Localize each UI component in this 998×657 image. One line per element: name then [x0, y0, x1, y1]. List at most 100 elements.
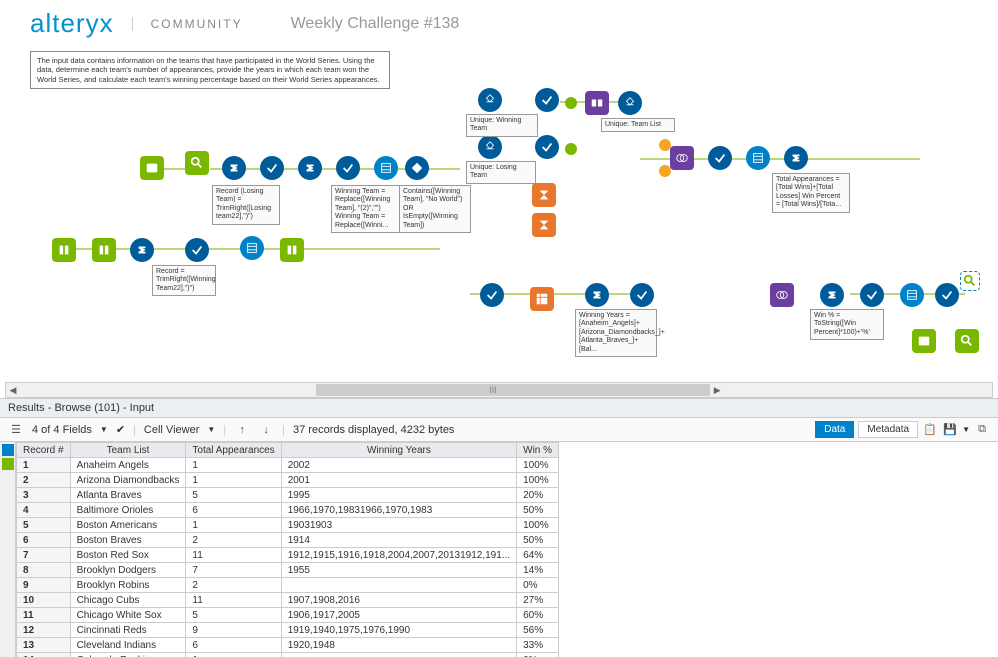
- table-row[interactable]: 13Cleveland Indians61920,194833%: [17, 638, 559, 653]
- text-to-columns-icon[interactable]: [280, 238, 304, 262]
- select-tool-icon[interactable]: [535, 88, 559, 112]
- sort-asc-icon[interactable]: ↑: [234, 422, 250, 438]
- table-row[interactable]: 12Cincinnati Reds91919,1940,1975,1976,19…: [17, 623, 559, 638]
- cell-years: 1966,1970,19831966,1970,1983: [281, 503, 516, 518]
- summarize-tool-icon[interactable]: [532, 213, 556, 237]
- cell-winpct: 33%: [517, 638, 559, 653]
- join-tool-icon[interactable]: [770, 283, 794, 307]
- anchor-icon: [659, 139, 671, 151]
- table-row[interactable]: 14Colorado Rockies10%: [17, 653, 559, 657]
- select-tool-icon[interactable]: [260, 156, 284, 180]
- text-to-columns-icon[interactable]: [52, 238, 76, 262]
- fields-checkbox[interactable]: ✔: [116, 423, 125, 436]
- find-replace-tool-icon[interactable]: [185, 151, 209, 175]
- formula-tool-icon[interactable]: [784, 146, 808, 170]
- col-team[interactable]: Team List: [70, 443, 186, 458]
- formula-tool-icon[interactable]: [130, 238, 154, 262]
- join-tool-icon[interactable]: [670, 146, 694, 170]
- crosstab-tool-icon[interactable]: [530, 287, 554, 311]
- cell-record: 11: [17, 608, 71, 623]
- unique-tool-icon[interactable]: [618, 91, 642, 115]
- formula-tool-icon[interactable]: [298, 156, 322, 180]
- table-row[interactable]: 8Brooklyn Dodgers7195514%: [17, 563, 559, 578]
- logo: alteryx: [30, 8, 114, 39]
- scrollbar-thumb[interactable]: [316, 384, 710, 396]
- select-tool-icon[interactable]: [535, 135, 559, 159]
- col-years[interactable]: Winning Years: [281, 443, 516, 458]
- table-row[interactable]: 9Brooklyn Robins20%: [17, 578, 559, 593]
- select-tool-icon[interactable]: [336, 156, 360, 180]
- unique-tool-icon[interactable]: [478, 135, 502, 159]
- fields-selector[interactable]: 4 of 4 Fields: [32, 424, 92, 436]
- table-row[interactable]: 1Anaheim Angels12002100%: [17, 458, 559, 473]
- select-tool-icon[interactable]: [480, 283, 504, 307]
- cell-years: 19031903: [281, 518, 516, 533]
- scroll-marker: III: [489, 385, 497, 395]
- tab-data[interactable]: Data: [815, 421, 854, 438]
- sort-desc-icon[interactable]: ↓: [258, 422, 274, 438]
- cell-team: Cleveland Indians: [70, 638, 186, 653]
- browse-tool-icon[interactable]: [955, 329, 979, 353]
- sort-tool-icon[interactable]: [900, 283, 924, 307]
- formula-tool-icon[interactable]: [222, 156, 246, 180]
- unique-tool-icon[interactable]: [478, 88, 502, 112]
- table-row[interactable]: 11Chicago White Sox51906,1917,200560%: [17, 608, 559, 623]
- browse-tool-selected-icon[interactable]: [960, 271, 980, 291]
- save-icon[interactable]: 💾: [942, 422, 958, 438]
- cell-viewer-toggle[interactable]: Cell Viewer: [144, 424, 199, 436]
- workflow-canvas[interactable]: The input data contains information on t…: [0, 43, 980, 383]
- cell-record: 12: [17, 623, 71, 638]
- tab-metadata[interactable]: Metadata: [858, 421, 918, 438]
- append-tool-icon[interactable]: [585, 91, 609, 115]
- cell-winpct: 64%: [517, 548, 559, 563]
- select-tool-icon[interactable]: [185, 238, 209, 262]
- col-record[interactable]: Record #: [17, 443, 71, 458]
- text-to-columns-icon[interactable]: [92, 238, 116, 262]
- cell-team: Anaheim Angels: [70, 458, 186, 473]
- cell-record: 4: [17, 503, 71, 518]
- list-view-icon[interactable]: ☰: [8, 422, 24, 438]
- record-id-tool-icon[interactable]: [240, 236, 264, 260]
- cell-years: 1920,1948: [281, 638, 516, 653]
- cell-team: Baltimore Orioles: [70, 503, 186, 518]
- table-row[interactable]: 4Baltimore Orioles61966,1970,19831966,19…: [17, 503, 559, 518]
- popout-icon[interactable]: ⧉: [974, 422, 990, 438]
- cell-record: 7: [17, 548, 71, 563]
- cell-record: 14: [17, 653, 71, 657]
- output-data-tool-icon[interactable]: [912, 329, 936, 353]
- col-appearances[interactable]: Total Appearances: [186, 443, 281, 458]
- cell-appearances: 1: [186, 458, 281, 473]
- cell-years: 2002: [281, 458, 516, 473]
- cell-appearances: 1: [186, 518, 281, 533]
- table-row[interactable]: 6Boston Braves2191450%: [17, 533, 559, 548]
- table-row[interactable]: 5Boston Americans119031903100%: [17, 518, 559, 533]
- select-tool-icon[interactable]: [708, 146, 732, 170]
- col-winpct[interactable]: Win %: [517, 443, 559, 458]
- cell-appearances: 9: [186, 623, 281, 638]
- app-header: alteryx COMMUNITY Weekly Challenge #138: [0, 0, 998, 43]
- sort-tool-icon[interactable]: [746, 146, 770, 170]
- cell-record: 6: [17, 533, 71, 548]
- summarize-tool-icon[interactable]: [532, 183, 556, 207]
- description-box: The input data contains information on t…: [30, 51, 390, 89]
- cell-years: 1995: [281, 488, 516, 503]
- copy-icon[interactable]: 📋: [922, 422, 938, 438]
- table-row[interactable]: 3Atlanta Braves5199520%: [17, 488, 559, 503]
- filter-tool-icon[interactable]: [405, 156, 429, 180]
- anchor-icon: [565, 97, 577, 109]
- select-tool-icon[interactable]: [860, 283, 884, 307]
- cell-record: 5: [17, 518, 71, 533]
- select-tool-icon[interactable]: [935, 283, 959, 307]
- input-data-tool-icon[interactable]: [140, 156, 164, 180]
- record-id-tool-icon[interactable]: [374, 156, 398, 180]
- formula-tool-icon[interactable]: [820, 283, 844, 307]
- select-tool-icon[interactable]: [630, 283, 654, 307]
- results-table-scroll[interactable]: Record # Team List Total Appearances Win…: [16, 442, 998, 657]
- cell-record: 1: [17, 458, 71, 473]
- table-row[interactable]: 7Boston Red Sox111912,1915,1916,1918,200…: [17, 548, 559, 563]
- table-row[interactable]: 10Chicago Cubs111907,1908,201627%: [17, 593, 559, 608]
- table-row[interactable]: 2Arizona Diamondbacks12001100%: [17, 473, 559, 488]
- horizontal-scrollbar[interactable]: III: [5, 382, 993, 398]
- formula-tool-icon[interactable]: [585, 283, 609, 307]
- annotation: Unique: Losing Team: [466, 161, 536, 184]
